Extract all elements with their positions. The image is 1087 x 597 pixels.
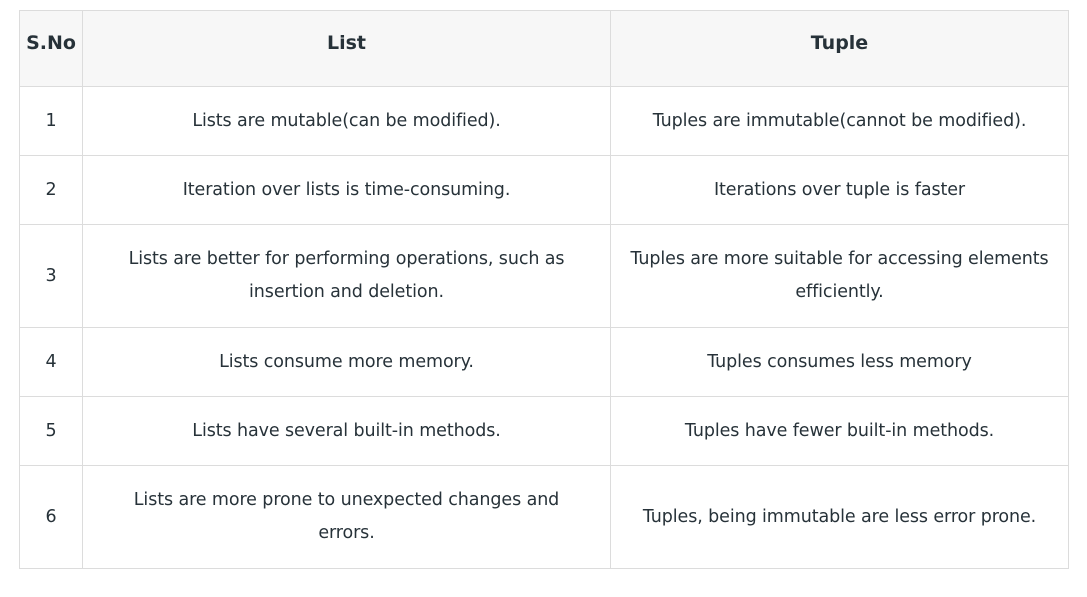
cell-tuple: Tuples are more suitable for accessing e… xyxy=(610,224,1069,328)
cell-tuple: Tuples, being immutable are less error p… xyxy=(610,465,1069,569)
cell-sno: 4 xyxy=(19,327,83,397)
cell-tuple: Tuples are immutable(cannot be modified)… xyxy=(610,86,1069,156)
table-row: 5 Lists have several built-in methods. T… xyxy=(19,396,1069,466)
header-tuple: Tuple xyxy=(610,10,1069,87)
cell-sno: 5 xyxy=(19,396,83,466)
list-vs-tuple-table: S.No List Tuple 1 Lists are mutable(can … xyxy=(19,10,1069,569)
cell-sno: 6 xyxy=(19,465,83,569)
table-row: 1 Lists are mutable(can be modified). Tu… xyxy=(19,86,1069,156)
comparison-table-container: S.No List Tuple 1 Lists are mutable(can … xyxy=(19,10,1069,569)
cell-list: Lists consume more memory. xyxy=(82,327,611,397)
cell-list: Lists are more prone to unexpected chang… xyxy=(82,465,611,569)
cell-sno: 1 xyxy=(19,86,83,156)
cell-sno: 3 xyxy=(19,224,83,328)
cell-tuple: Iterations over tuple is faster xyxy=(610,155,1069,225)
header-sno: S.No xyxy=(19,10,83,87)
table-header-row: S.No List Tuple xyxy=(19,10,1069,87)
cell-list: Lists have several built-in methods. xyxy=(82,396,611,466)
table-row: 6 Lists are more prone to unexpected cha… xyxy=(19,465,1069,569)
table-row: 4 Lists consume more memory. Tuples cons… xyxy=(19,327,1069,397)
cell-list: Iteration over lists is time-consuming. xyxy=(82,155,611,225)
table-row: 3 Lists are better for performing operat… xyxy=(19,224,1069,328)
cell-sno: 2 xyxy=(19,155,83,225)
cell-tuple: Tuples consumes less memory xyxy=(610,327,1069,397)
cell-list: Lists are better for performing operatio… xyxy=(82,224,611,328)
header-list: List xyxy=(82,10,611,87)
cell-tuple: Tuples have fewer built-in methods. xyxy=(610,396,1069,466)
cell-list: Lists are mutable(can be modified). xyxy=(82,86,611,156)
table-row: 2 Iteration over lists is time-consuming… xyxy=(19,155,1069,225)
